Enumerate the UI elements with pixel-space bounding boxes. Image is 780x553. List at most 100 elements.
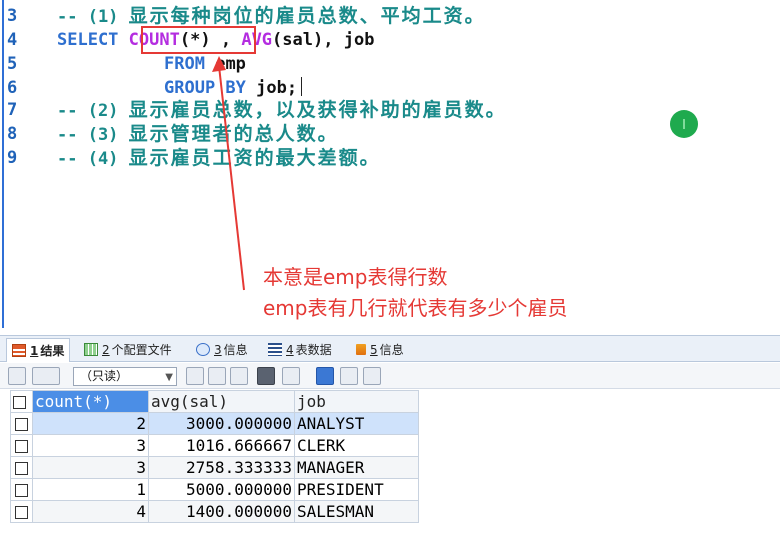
cell-count[interactable]: 3 <box>32 434 149 457</box>
avg-args: (sal) <box>272 30 324 50</box>
column-job: job <box>343 30 375 50</box>
keyword-group-by: GROUP BY <box>164 78 246 98</box>
insert-row-icon[interactable] <box>186 367 204 385</box>
code-line-7[interactable]: 7 -- (2) 显示雇员总数，以及获得补助的雇员数。 <box>0 99 780 122</box>
info-icon <box>356 344 366 355</box>
tab-label: 表数据 <box>295 343 332 357</box>
chevron-down-icon: ▼ <box>165 372 173 383</box>
cell-job[interactable]: MANAGER <box>294 456 419 479</box>
duplicate-row-icon[interactable] <box>208 367 226 385</box>
row-checkbox[interactable] <box>10 456 33 479</box>
table-row[interactable]: 3 1016.666667 CLERK <box>10 434 419 457</box>
row-checkbox[interactable] <box>10 434 33 457</box>
code-line-8[interactable]: 8 -- (3) 显示管理者的总人数。 <box>0 123 780 146</box>
code-line-3[interactable]: 3 -- (1) 显示每种岗位的雇员总数、平均工资。 <box>0 5 780 28</box>
table-row[interactable]: 2 3000.000000 ANALYST <box>10 412 419 435</box>
table-data-icon <box>268 343 282 356</box>
line-number: 5 <box>7 54 18 74</box>
cell-avg-sal[interactable]: 1016.666667 <box>148 434 295 457</box>
table-row[interactable]: 3 2758.333333 MANAGER <box>10 456 419 479</box>
grid-header-row: count(*) avg(sal) job <box>10 390 419 413</box>
tab-label: 个配置文件 <box>111 343 172 357</box>
tab-info-2[interactable]: 5 信息 <box>356 339 404 360</box>
line-number: 9 <box>7 148 18 168</box>
code-line-5[interactable]: 5 FROM emp <box>0 53 780 76</box>
mode-value: （只读） <box>80 369 129 383</box>
code-line-4[interactable]: 4 SELECT COUNT(*) , AVG(sal), job <box>0 29 780 52</box>
cell-count[interactable]: 1 <box>32 478 149 501</box>
tab-label: 信息 <box>223 343 248 357</box>
cell-count[interactable]: 2 <box>32 412 149 435</box>
column-header-avg-sal[interactable]: avg(sal) <box>148 390 295 413</box>
line-number: 4 <box>7 30 18 50</box>
tab-results[interactable]: 1 结果 <box>6 338 71 362</box>
view-mode-dropdown-icon[interactable] <box>32 367 60 385</box>
comment-prefix: -- (2) <box>57 101 119 121</box>
line-number: 8 <box>7 124 18 144</box>
save-icon[interactable] <box>230 367 248 385</box>
sql-editor[interactable]: 3 -- (1) 显示每种岗位的雇员总数、平均工资。 4 SELECT COUN… <box>0 0 780 328</box>
readonly-mode-select[interactable]: （只读） ▼ <box>73 367 177 386</box>
line-number: 7 <box>7 100 18 120</box>
line-number: 3 <box>7 6 18 26</box>
count-highlight-box <box>141 26 256 54</box>
result-tabs-bar: 1 结果 2 个配置文件 3 信息 4 表数据 5 信息 <box>0 335 780 362</box>
comment-text: 显示雇员工资的最大差额。 <box>128 147 381 169</box>
row-checkbox[interactable] <box>10 500 33 523</box>
text-view-icon[interactable] <box>363 367 381 385</box>
annotation-note-line-1: 本意是emp表得行数 <box>263 265 448 289</box>
table-row[interactable]: 1 5000.000000 PRESIDENT <box>10 478 419 501</box>
comment-text: 显示雇员总数，以及获得补助的雇员数。 <box>128 99 507 121</box>
column-header-job[interactable]: job <box>294 390 419 413</box>
column-header-count[interactable]: count(*) <box>32 390 149 413</box>
tab-info[interactable]: 3 信息 <box>196 339 248 360</box>
comment-text: 显示管理者的总人数。 <box>128 123 339 145</box>
cell-count[interactable]: 3 <box>32 456 149 479</box>
cursor-indicator-icon <box>670 110 698 138</box>
result-toolbar: （只读） ▼ <box>0 363 780 389</box>
delete-icon[interactable] <box>257 367 275 385</box>
cell-job[interactable]: CLERK <box>294 434 419 457</box>
tab-label: 结果 <box>40 344 65 358</box>
cell-count[interactable]: 4 <box>32 500 149 523</box>
line-number: 6 <box>7 78 18 98</box>
cell-avg-sal[interactable]: 1400.000000 <box>148 500 295 523</box>
tab-profiles[interactable]: 2 个配置文件 <box>84 339 172 360</box>
result-grid-icon <box>12 344 26 357</box>
cell-job[interactable]: ANALYST <box>294 412 419 435</box>
tab-number: 4 <box>286 342 294 357</box>
form-view-icon[interactable] <box>340 367 358 385</box>
comment-text: 显示每种岗位的雇员总数、平均工资。 <box>128 5 486 27</box>
comment-prefix: -- (4) <box>57 149 119 169</box>
code-line-9[interactable]: 9 -- (4) 显示雇员工资的最大差额。 <box>0 147 780 170</box>
cell-avg-sal[interactable]: 3000.000000 <box>148 412 295 435</box>
comment-prefix: -- (1) <box>57 7 119 27</box>
text-caret <box>301 77 303 96</box>
result-grid: count(*) avg(sal) job 2 3000.000000 ANAL… <box>10 390 419 523</box>
cell-job[interactable]: PRESIDENT <box>294 478 419 501</box>
export-icon[interactable] <box>8 367 26 385</box>
tab-table-data[interactable]: 4 表数据 <box>268 339 332 360</box>
tab-number: 3 <box>214 342 222 357</box>
row-checkbox[interactable] <box>10 478 33 501</box>
refresh-icon[interactable] <box>282 367 300 385</box>
cell-avg-sal[interactable]: 5000.000000 <box>148 478 295 501</box>
table-row[interactable]: 4 1400.000000 SALESMAN <box>10 500 419 523</box>
table-name: emp <box>215 54 246 74</box>
code-line-6[interactable]: 6 GROUP BY job; <box>0 77 780 100</box>
row-checkbox[interactable] <box>10 412 33 435</box>
comma: , <box>323 30 334 50</box>
keyword-select: SELECT <box>57 30 119 50</box>
tab-label: 信息 <box>379 343 404 357</box>
info-icon <box>196 343 210 356</box>
cell-avg-sal[interactable]: 2758.333333 <box>148 456 295 479</box>
profile-icon <box>84 343 98 356</box>
cell-job[interactable]: SALESMAN <box>294 500 419 523</box>
grid-view-icon[interactable] <box>316 367 334 385</box>
group-column: job; <box>256 78 298 98</box>
annotation-note-line-2: emp表有几行就代表有多少个雇员 <box>263 296 568 320</box>
keyword-from: FROM <box>164 54 205 74</box>
tab-number: 5 <box>370 342 378 357</box>
select-all-checkbox[interactable] <box>10 390 33 413</box>
comment-prefix: -- (3) <box>57 125 119 145</box>
